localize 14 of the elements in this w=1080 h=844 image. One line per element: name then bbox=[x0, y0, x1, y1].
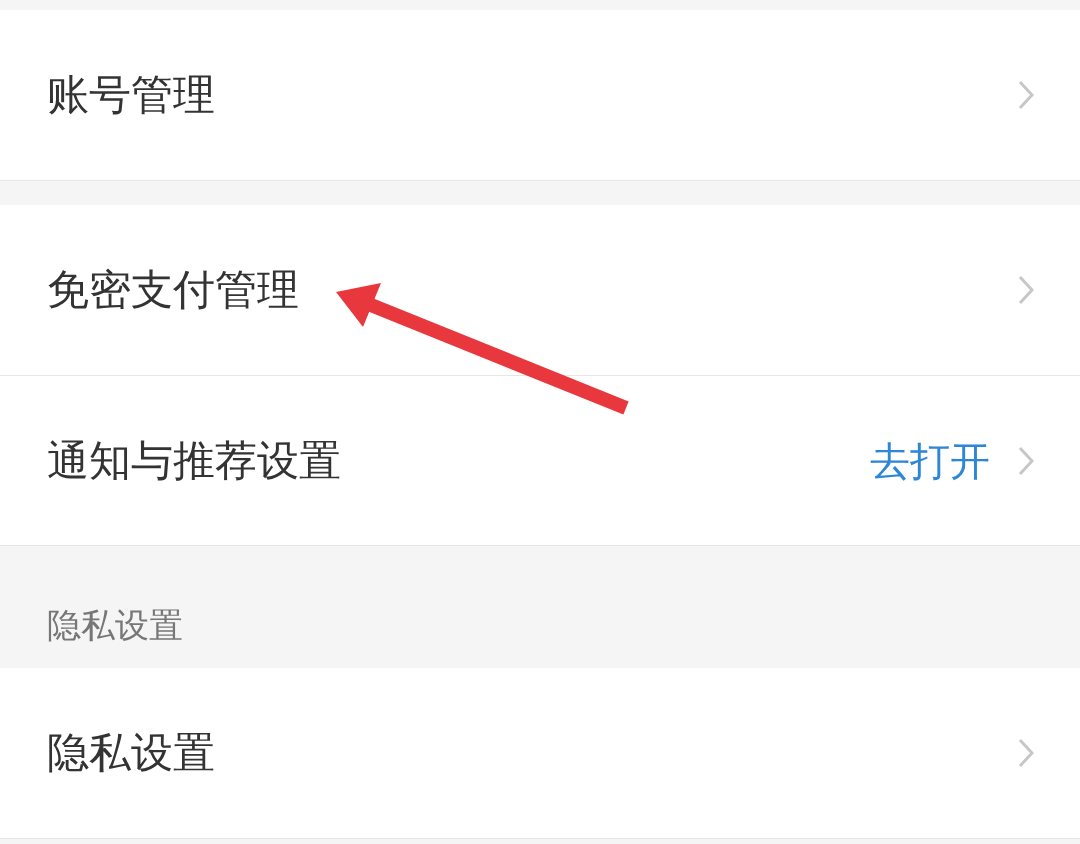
row-label: 账号管理 bbox=[47, 74, 215, 116]
chevron-right-icon bbox=[1018, 275, 1034, 305]
section-header: 隐私设置 bbox=[47, 608, 183, 642]
chevron-right-icon bbox=[1018, 445, 1034, 476]
settings-row[interactable]: 通知与推荐设置 去打开 bbox=[0, 375, 1080, 545]
row-label: 通知与推荐设置 bbox=[47, 439, 341, 482]
settings-row[interactable]: 账号管理 bbox=[0, 10, 1080, 180]
chevron-right-icon bbox=[1018, 738, 1034, 768]
action-link[interactable]: 去打开 bbox=[870, 440, 990, 481]
row-label: 免密支付管理 bbox=[47, 269, 299, 311]
row-label: 隐私设置 bbox=[47, 732, 215, 774]
chevron-right-icon bbox=[1018, 80, 1034, 110]
settings-row[interactable]: 免密支付管理 bbox=[0, 205, 1080, 375]
settings-row[interactable]: 隐私设置 bbox=[0, 668, 1080, 838]
